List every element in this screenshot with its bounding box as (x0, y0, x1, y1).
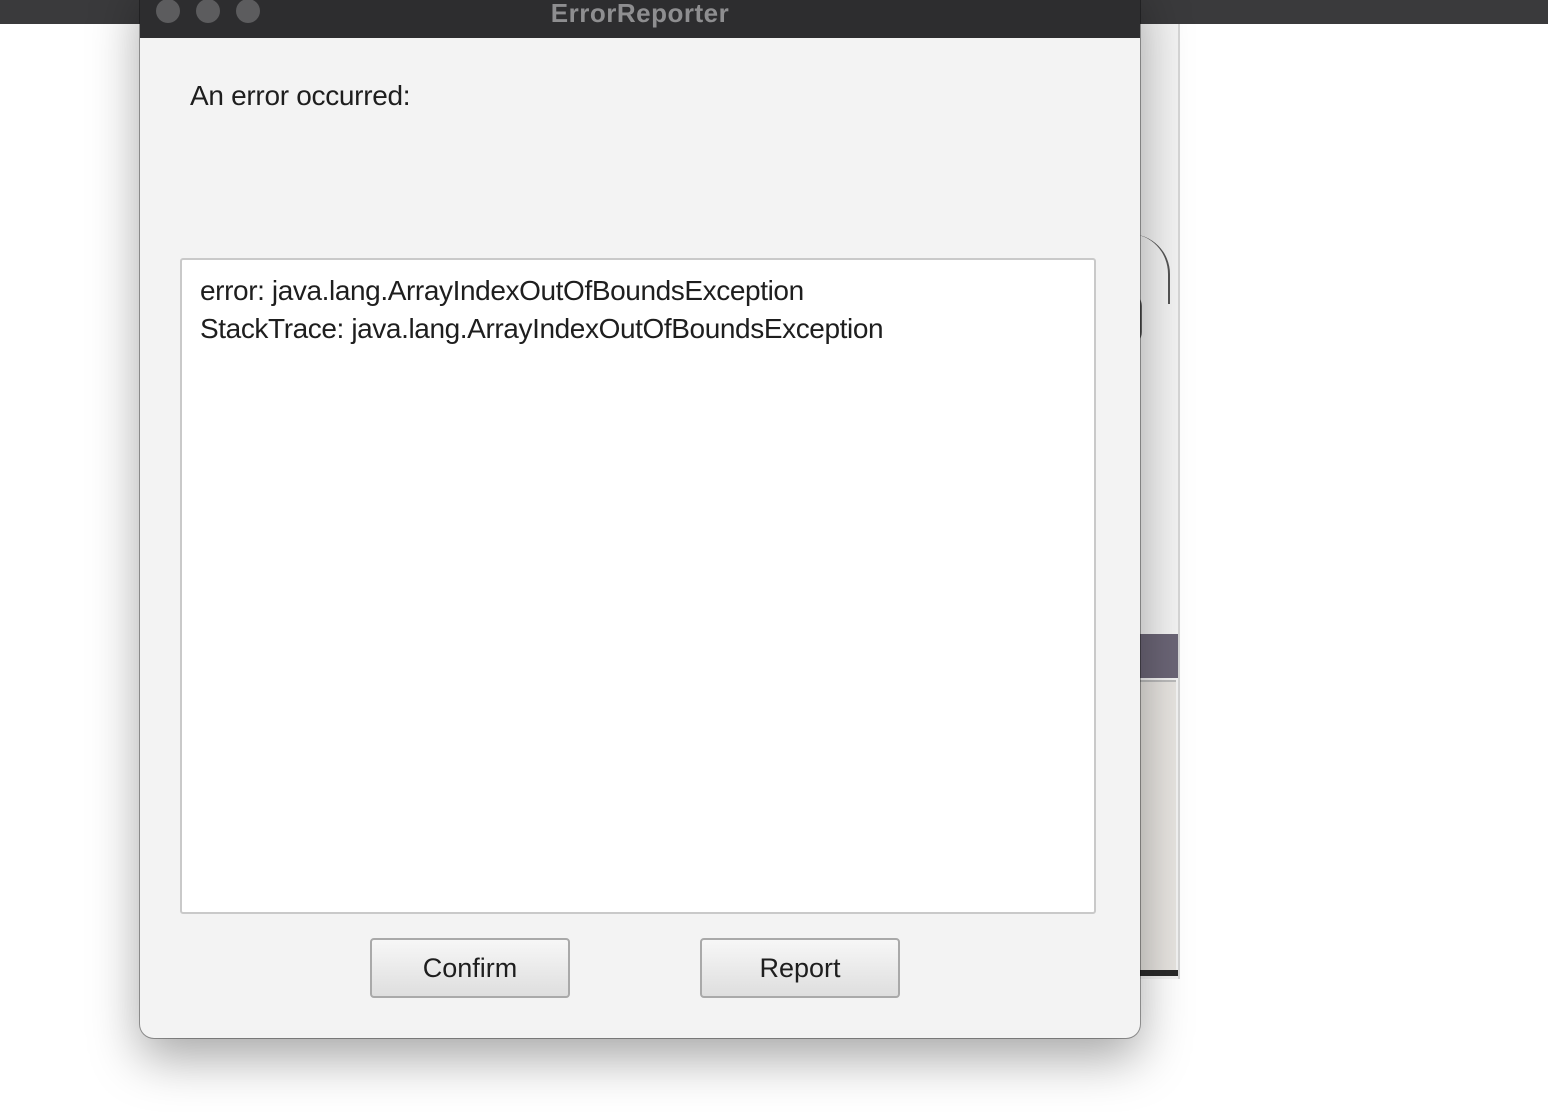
confirm-button[interactable]: Confirm (370, 938, 570, 998)
title-bar[interactable]: ErrorReporter (140, 0, 1140, 38)
stacktrace-details-line: StackTrace: java.lang.ArrayIndexOutOfBou… (200, 313, 884, 344)
error-details-line: error: java.lang.ArrayIndexOutOfBoundsEx… (200, 275, 804, 306)
error-details-textarea[interactable]: error: java.lang.ArrayIndexOutOfBoundsEx… (180, 258, 1096, 914)
error-reporter-window: ErrorReporter An error occurred: error: … (140, 0, 1140, 1038)
error-message-label: An error occurred: (190, 80, 411, 111)
report-button[interactable]: Report (700, 938, 900, 998)
window-title: ErrorReporter (550, 0, 730, 28)
